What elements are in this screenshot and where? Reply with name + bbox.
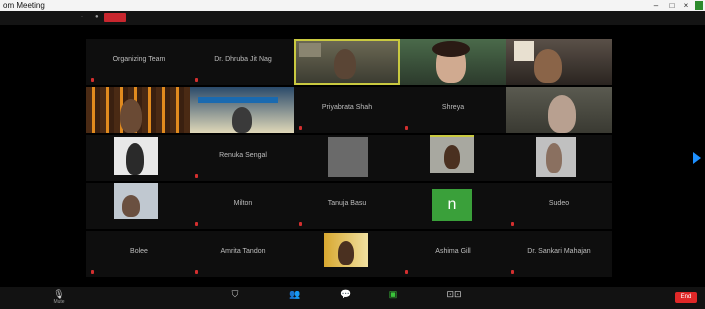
status-indicator [695,1,703,10]
muted-mic-icon [511,222,514,226]
dot-icon: ● [95,14,99,20]
participant-tile[interactable] [506,39,612,85]
participant-video [114,183,158,219]
participant-video [328,137,368,177]
participant-tile-speaking[interactable] [294,39,400,85]
record-icon: ⊡⊡ [446,289,462,299]
participant-tile[interactable]: Ashima Gill [400,231,506,277]
muted-mic-icon [405,270,408,274]
participant-tile[interactable] [86,183,192,229]
participant-tile[interactable]: Tanuja Basu [294,183,400,229]
close-button[interactable]: × [679,0,693,11]
muted-mic-icon [195,174,198,178]
mute-button[interactable]: 🎙 Mute [44,289,74,307]
muted-mic-icon [195,270,198,274]
muted-mic-icon [299,126,302,130]
share-screen-button[interactable]: ▣ [376,289,410,307]
participant-video [190,87,296,133]
participant-video [86,87,192,133]
participant-video [536,137,576,177]
participant-tile[interactable]: Organizing Team [86,39,192,85]
participant-tile[interactable]: n [400,183,506,229]
chat-icon: 💬 [340,289,352,299]
participant-tile[interactable]: Bolee [86,231,192,277]
muted-mic-icon [299,222,302,226]
participant-tile[interactable]: Priyabrata Shah [294,87,400,133]
participant-video [506,87,612,133]
participant-video [324,233,368,267]
shield-icon: ⛉ [231,289,239,299]
participant-tile[interactable] [506,135,612,181]
participant-video [294,39,400,85]
participant-tile[interactable]: Dr. Sankari Mahajan [506,231,612,277]
meeting-toolbar: 🎙 Mute ⛉ 👥 💬 ▣ ⊡⊡ End [0,287,705,309]
participant-avatar: n [432,189,472,221]
meeting-topbar: · ● [0,11,705,25]
participant-name: Sudeo [548,200,570,207]
people-icon: 👥 [289,289,301,299]
participant-tile[interactable]: Amrita Tandon [190,231,296,277]
participant-tile[interactable] [86,87,192,133]
participant-video [506,39,612,85]
muted-mic-icon [511,270,514,274]
muted-mic-icon [91,270,94,274]
participant-tile[interactable]: Shreya [400,87,506,133]
share-screen-icon: ▣ [388,289,398,299]
participant-tile[interactable] [506,87,612,133]
participant-tile[interactable]: Milton [190,183,296,229]
participant-name: Renuka Sengal [219,152,267,159]
participant-tile[interactable] [400,135,506,181]
gallery-grid: Organizing Team Dr. Dhruba Jit Nag Priya… [0,25,705,287]
muted-mic-icon [195,222,198,226]
participant-name: Shreya [441,104,465,111]
participant-name: Ashima Gill [435,248,471,255]
window-title: om Meeting [3,1,45,10]
participant-name: Milton [233,200,253,207]
participant-tile[interactable]: Dr. Dhruba Jit Nag [190,39,296,85]
muted-mic-icon [91,78,94,82]
participant-tile[interactable] [294,231,400,277]
participant-tile[interactable]: Renuka Sengal [190,135,296,181]
recording-badge [104,13,126,22]
minimize-button[interactable]: – [649,0,663,11]
participant-name: Dr. Dhruba Jit Nag [214,56,272,63]
muted-mic-icon [195,78,198,82]
participant-video [430,135,474,173]
participant-name: Organizing Team [112,56,166,63]
participant-name: Amrita Tandon [220,248,266,255]
participant-name: Dr. Sankari Mahajan [527,248,591,255]
end-meeting-button[interactable]: End [675,292,697,303]
meeting-info[interactable] [6,13,52,22]
participant-tile[interactable] [86,135,192,181]
microphone-icon: 🎙 [53,289,65,299]
security-button[interactable]: ⛉ [222,289,248,307]
participant-name: Bolee [130,248,148,255]
participant-name: Tanuja Basu [327,200,367,207]
participant-video [400,39,506,85]
participant-video [114,137,158,175]
chat-button[interactable]: 💬 [332,289,360,307]
muted-mic-icon [405,126,408,130]
participants-button[interactable]: 👥 [278,289,312,307]
shield-icon: · [81,14,83,20]
view-toggle[interactable] [130,13,172,22]
maximize-button[interactable]: □ [665,0,679,11]
record-button[interactable]: ⊡⊡ [436,289,472,307]
participant-tile[interactable] [400,39,506,85]
participant-tile[interactable] [294,135,400,181]
next-page-arrow-icon[interactable] [693,152,701,164]
participant-tile[interactable]: Sudeo [506,183,612,229]
participant-name: Priyabrata Shah [321,104,373,111]
participant-tile[interactable] [190,87,296,133]
